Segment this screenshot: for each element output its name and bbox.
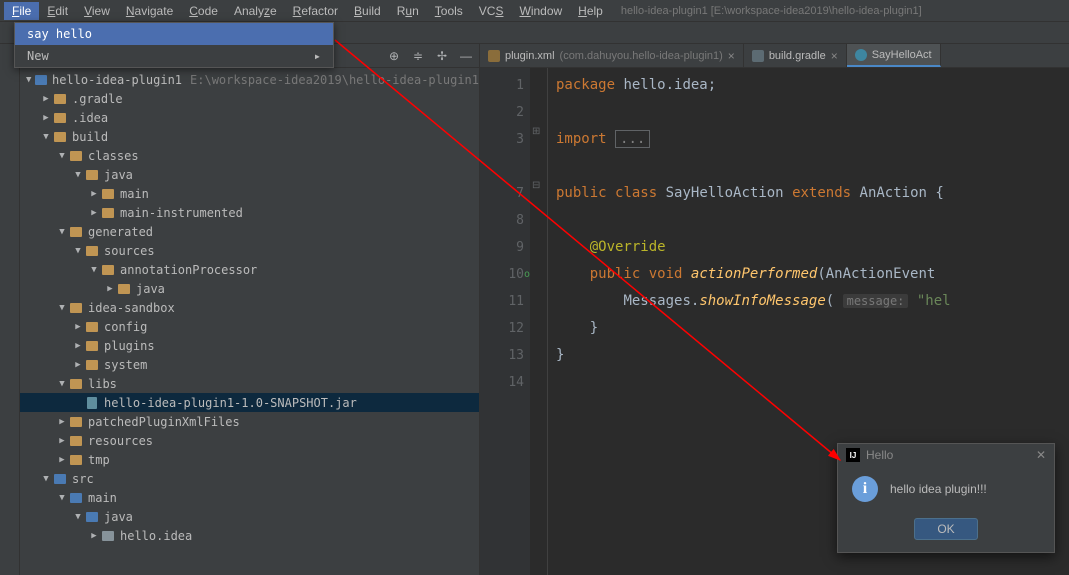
tree-item[interactable]: ▼generated xyxy=(20,222,479,241)
menu-navigate[interactable]: Navigate xyxy=(118,2,181,20)
line-number: 10o↑ xyxy=(480,261,524,288)
fold-collapse-icon[interactable]: ⊟ xyxy=(532,180,540,191)
tab-qualifier: (com.dahuyou.hello-idea-plugin1) xyxy=(560,50,723,62)
tree-item[interactable]: ▶tmp xyxy=(20,450,479,469)
tree-item[interactable]: hello-idea-plugin1-1.0-SNAPSHOT.jar xyxy=(20,393,479,412)
tree-item[interactable]: ▼src xyxy=(20,469,479,488)
tree-item[interactable]: ▶config xyxy=(20,317,479,336)
menu-view[interactable]: View xyxy=(76,2,118,20)
line-number: 13 xyxy=(480,342,524,369)
fold-expand-icon[interactable]: ⊞ xyxy=(532,126,540,137)
tree-item[interactable]: ▼java xyxy=(20,165,479,184)
intellij-icon: IJ xyxy=(846,448,860,462)
class-file-icon xyxy=(855,49,867,61)
tool-window-stripe[interactable] xyxy=(0,44,20,575)
menu-item-label: New xyxy=(27,49,49,63)
expand-icon[interactable]: ≑ xyxy=(411,49,425,63)
menu-code[interactable]: Code xyxy=(181,2,226,20)
tree-item[interactable]: ▼annotationProcessor xyxy=(20,260,479,279)
menu-window[interactable]: Window xyxy=(511,2,570,20)
ok-button[interactable]: OK xyxy=(914,518,977,540)
tree-item[interactable]: ▼classes xyxy=(20,146,479,165)
tab-build-gradle[interactable]: build.gradle × xyxy=(744,44,847,67)
tree-item[interactable]: ▶system xyxy=(20,355,479,374)
submenu-arrow-icon: ▸ xyxy=(314,49,321,63)
line-number: 11 xyxy=(480,288,524,315)
line-number: 1 xyxy=(480,72,524,99)
project-tool-window: ■ Project ⊕ ≑ ✢ — ▼hello-idea-plugin1E:\… xyxy=(20,44,480,575)
dialog-titlebar[interactable]: IJ Hello ✕ xyxy=(838,444,1054,466)
tree-item[interactable]: ▼libs xyxy=(20,374,479,393)
menu-file[interactable]: File xyxy=(4,2,39,20)
tree-item[interactable]: ▶.idea xyxy=(20,108,479,127)
close-icon[interactable]: × xyxy=(728,49,735,63)
line-number: 3 xyxy=(480,126,524,153)
menu-item-label: say hello xyxy=(27,27,92,41)
gear-icon[interactable]: ✢ xyxy=(435,49,449,63)
window-title: hello-idea-plugin1 [E:\workspace-idea201… xyxy=(621,5,922,17)
tree-item[interactable]: ▶main-instrumented xyxy=(20,203,479,222)
menu-edit[interactable]: Edit xyxy=(39,2,76,20)
editor-tabs: plugin.xml (com.dahuyou.hello-idea-plugi… xyxy=(480,44,1069,68)
tree-item[interactable]: ▼build xyxy=(20,127,479,146)
menu-analyze[interactable]: Analyze xyxy=(226,2,285,20)
tree-root[interactable]: ▼hello-idea-plugin1E:\workspace-idea2019… xyxy=(20,70,479,89)
line-number: 14 xyxy=(480,369,524,396)
close-icon[interactable]: ✕ xyxy=(1036,448,1046,462)
line-number: 2 xyxy=(480,99,524,126)
line-number: 12 xyxy=(480,315,524,342)
folded-region[interactable]: ... xyxy=(615,130,650,148)
line-number: 8 xyxy=(480,207,524,234)
tree-item[interactable]: ▶patchedPluginXmlFiles xyxy=(20,412,479,431)
menubar: File Edit View Navigate Code Analyze Ref… xyxy=(0,0,1069,22)
gutter: 1 2 3 7 8 9 10o↑ 11 12 13 14 xyxy=(480,68,530,575)
menu-run[interactable]: Run xyxy=(389,2,427,20)
info-icon: i xyxy=(852,476,878,502)
tree-item[interactable]: ▼java xyxy=(20,507,479,526)
xml-file-icon xyxy=(488,50,500,62)
tree-item[interactable]: ▶main xyxy=(20,184,479,203)
locate-icon[interactable]: ⊕ xyxy=(387,49,401,63)
gradle-file-icon xyxy=(752,50,764,62)
line-number: 7 xyxy=(480,180,524,207)
tree-item[interactable]: ▶java xyxy=(20,279,479,298)
menu-help[interactable]: Help xyxy=(570,2,611,20)
dialog-message: hello idea plugin!!! xyxy=(890,482,987,496)
menu-vcs[interactable]: VCS xyxy=(471,2,512,20)
menu-tools[interactable]: Tools xyxy=(427,2,471,20)
tree-item[interactable]: ▼main xyxy=(20,488,479,507)
info-dialog: IJ Hello ✕ i hello idea plugin!!! OK xyxy=(837,443,1055,553)
project-tree[interactable]: ▼hello-idea-plugin1E:\workspace-idea2019… xyxy=(20,68,479,575)
menu-refactor[interactable]: Refactor xyxy=(285,2,346,20)
tree-item[interactable]: ▶resources xyxy=(20,431,479,450)
menu-build[interactable]: Build xyxy=(346,2,389,20)
tree-item[interactable]: ▼sources xyxy=(20,241,479,260)
fold-column[interactable]: ⊞ ⊟ xyxy=(530,68,548,575)
close-icon[interactable]: × xyxy=(831,49,838,63)
line-number: 9 xyxy=(480,234,524,261)
tab-label: build.gradle xyxy=(769,50,826,62)
tree-item[interactable]: ▶.gradle xyxy=(20,89,479,108)
tab-sayhello[interactable]: SayHelloAct xyxy=(847,44,941,67)
file-menu-dropdown: say hello New ▸ xyxy=(14,22,334,68)
menu-item-new[interactable]: New ▸ xyxy=(15,45,333,67)
dialog-title-text: Hello xyxy=(866,448,893,462)
tab-plugin-xml[interactable]: plugin.xml (com.dahuyou.hello-idea-plugi… xyxy=(480,44,744,67)
inlay-hint: message: xyxy=(843,294,909,308)
tree-item[interactable]: ▼idea-sandbox xyxy=(20,298,479,317)
hide-icon[interactable]: — xyxy=(459,49,473,63)
tab-label: SayHelloAct xyxy=(872,49,932,61)
tree-item[interactable]: ▶hello.idea xyxy=(20,526,479,545)
tab-label: plugin.xml xyxy=(505,50,555,62)
line-number xyxy=(480,153,524,180)
menu-item-say-hello[interactable]: say hello xyxy=(15,23,333,45)
tree-item[interactable]: ▶plugins xyxy=(20,336,479,355)
